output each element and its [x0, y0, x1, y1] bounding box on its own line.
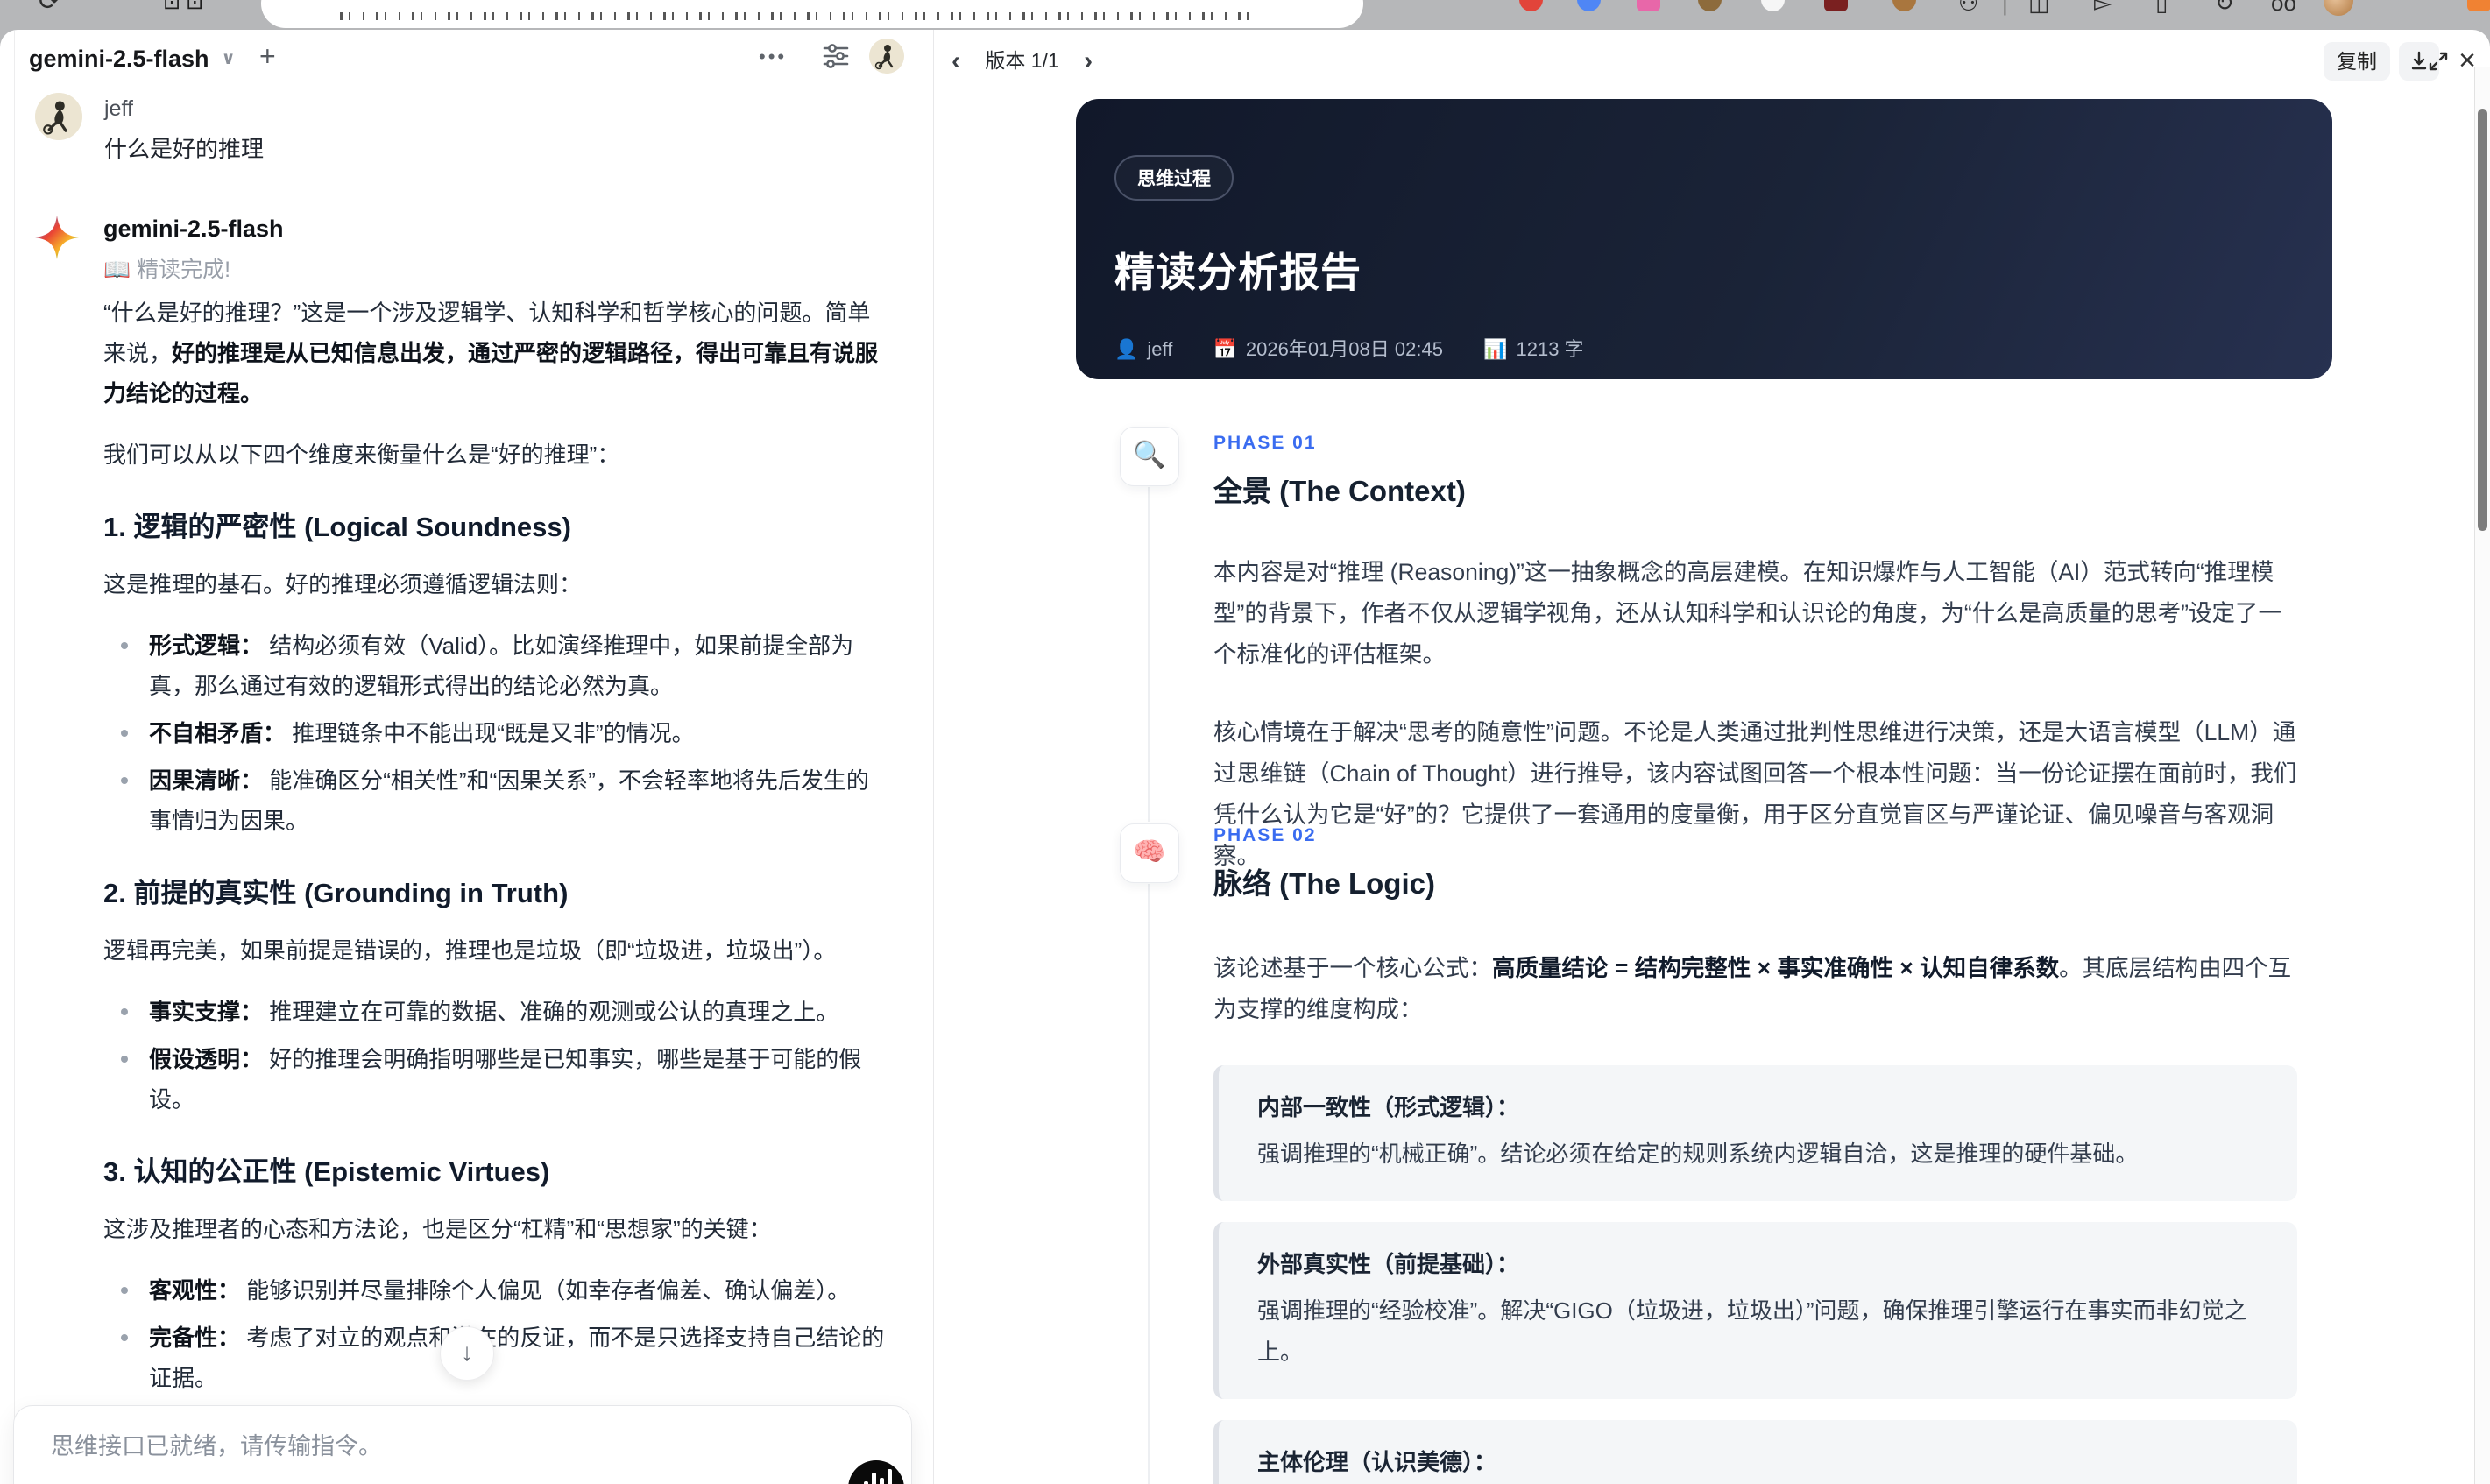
section-lead: 逻辑再完美，如果前提是错误的，推理也是垃圾（即“垃圾进，垃圾出”）。	[103, 937, 837, 964]
extension-icon[interactable]	[1577, 0, 1601, 11]
copy-button[interactable]: 复制	[2324, 42, 2390, 81]
next-version-button[interactable]: ›	[1084, 46, 1093, 75]
browser-toolbar: ⟳ ⊡⊡ ⚇ | ◫ ▻ ▯ ↻ oo	[0, 0, 2490, 30]
report-hero-card: 思维过程 精读分析报告 👤 jeff 📅 2026年01月08日 02:45 📊 12…	[1076, 99, 2332, 379]
version-navigator: ‹ 版本 1/1 ›	[951, 44, 1093, 76]
section-heading: 1. 逻辑的严密性 (Logical Soundness)	[103, 512, 571, 542]
user-message-avatar	[35, 93, 82, 140]
url-text-clipped	[340, 12, 1260, 20]
panel-divider	[933, 30, 934, 1484]
phase1-label: PHASE 01	[1213, 433, 1317, 453]
sidebar-edge	[14, 30, 15, 1484]
report-wordcount: 1213 字	[1516, 338, 1584, 360]
dimension-card: 内部一致性（形式逻辑）： 强调推理的“机械正确”。结论必须在给定的规则系统内逻辑…	[1213, 1065, 2297, 1201]
device-icon[interactable]: ▯	[2155, 0, 2168, 17]
bullet-item: 客观性： 能够识别并尽量排除个人偏见（如幸存者偏差、确认偏差）。	[103, 1270, 886, 1311]
bullet-item: 假设透明： 好的推理会明确指明哪些是已知事实，哪些是基于可能的假设。	[103, 1039, 886, 1120]
section-heading: 3. 认知的公正性 (Epistemic Virtues)	[103, 1156, 550, 1187]
phase2-label: PHASE 02	[1213, 825, 1317, 845]
assistant-name: gemini-2.5-flash	[103, 216, 284, 242]
wordcount-icon: 📊	[1483, 338, 1508, 360]
dimension-card: 主体伦理（认识美德）： 转向推理者的心理特征。引入奥卡姆剃刀和反向论证，旨在克服…	[1213, 1420, 2297, 1484]
user-name: jeff	[104, 96, 133, 121]
bullet-item: 完备性： 考虑了对立的观点和潜在的反证，而不是只选择支持自己结论的证据。	[103, 1318, 886, 1398]
more-options-button[interactable]: •••	[759, 46, 787, 68]
cursor-tool-icon[interactable]: ▻	[2094, 0, 2112, 17]
scroll-to-bottom-button[interactable]: ↓	[440, 1326, 494, 1381]
bullet-item: 形式逻辑： 结构必须有效（Valid）。比如演绎推理中，如果前提全部为真，那么通…	[103, 625, 886, 706]
timeline-line	[1148, 884, 1150, 1484]
puzzle-extensions-icon[interactable]: ⚇	[1958, 0, 1978, 17]
report-date: 2026年01月08日 02:45	[1245, 338, 1443, 360]
report-title: 精读分析报告	[1114, 250, 1362, 295]
sync-icon[interactable]: ↻	[2215, 0, 2234, 17]
timeline-line	[1148, 487, 1150, 822]
phase2-section: PHASE 02 脉络 (The Logic) 该论述基于一个核心公式：高质量结…	[1213, 815, 2297, 1484]
formula-text: 高质量结论 = 结构完整性 × 事实准确性 × 认知自律系数	[1492, 955, 2060, 981]
extension-icon[interactable]	[1761, 0, 1785, 11]
gemini-logo-icon	[35, 216, 79, 259]
phase1-section: PHASE 01 全景 (The Context) 本内容是对“推理 (Reas…	[1213, 422, 2297, 877]
new-chat-button[interactable]: +	[259, 40, 276, 73]
phase2-brain-icon: 🧠	[1120, 823, 1179, 883]
conversation-title[interactable]: gemini-2.5-flash ∨	[29, 46, 236, 73]
phase1-magnifier-icon: 🔍	[1120, 427, 1179, 486]
scrollbar-track[interactable]	[2474, 67, 2490, 1484]
phase2-formula-paragraph: 该论述基于一个核心公式：高质量结论 = 结构完整性 × 事实准确性 × 认知自律…	[1213, 955, 2292, 1022]
section-lead: 这是推理的基石。好的推理必须遵循逻辑法则：	[103, 571, 583, 597]
extension-icon[interactable]	[2467, 0, 2490, 11]
bullet-item: 事实支撑： 推理建立在可靠的数据、准确的观测或公认的真理之上。	[103, 992, 886, 1032]
prev-version-button[interactable]: ‹	[951, 46, 960, 75]
phase2-title: 脉络 (The Logic)	[1213, 867, 1435, 900]
chevron-down-icon[interactable]: ∨	[222, 47, 236, 69]
chat-input[interactable]: 思维接口已就绪，请传输指令。 +	[13, 1405, 912, 1484]
app-window: gemini-2.5-flash ∨ + ••• jeff 什么是好的推理 ge…	[0, 30, 2490, 1484]
report-meta: 👤 jeff 📅 2026年01月08日 02:45 📊 1213 字	[1114, 334, 1619, 362]
report-author: jeff	[1147, 338, 1173, 360]
browser-profile-avatar[interactable]	[2324, 0, 2353, 16]
scrollbar-thumb[interactable]	[2478, 109, 2487, 531]
glasses-icon[interactable]: oo	[2271, 0, 2296, 17]
assistant-status: 📖 精读完成!	[103, 258, 231, 282]
version-label: 版本 1/1	[985, 49, 1059, 72]
chat-input-placeholder: 思维接口已就绪，请传输指令。	[51, 1433, 382, 1459]
bullet-item: 不自相矛盾： 推理链条中不能出现“既是又非”的情况。	[103, 713, 886, 753]
screen: ⟳ ⊡⊡ ⚇ | ◫ ▻ ▯ ↻ oo gemini-2.5-flash ∨ + …	[0, 0, 2490, 1484]
lead-paragraph: 我们可以从以下四个维度来衡量什么是“好的推理”：	[103, 442, 620, 468]
reload-icon[interactable]: ⟳	[39, 0, 60, 17]
calendar-icon: 📅	[1213, 338, 1237, 360]
intro-paragraph: “什么是好的推理？”这是一个涉及逻辑学、认知科学和哲学核心的问题。简单来说，好的…	[103, 300, 879, 406]
address-bar[interactable]	[261, 0, 1363, 28]
bullet-list: 形式逻辑： 结构必须有效（Valid）。比如演绎推理中，如果前提全部为真，那么通…	[103, 625, 886, 841]
extension-icon[interactable]	[1698, 0, 1722, 11]
voice-input-button[interactable]	[848, 1460, 904, 1484]
section-lead: 这涉及推理者的心态和方法论，也是区分“杠精”和“思想家”的关键：	[103, 1216, 772, 1242]
arrow-down-icon: ↓	[461, 1339, 473, 1366]
book-icon: 📖	[103, 258, 131, 282]
toolbar-separator: |	[2002, 0, 2008, 16]
section-heading: 2. 前提的真实性 (Grounding in Truth)	[103, 878, 569, 908]
bullet-list: 事实支撑： 推理建立在可靠的数据、准确的观测或公认的真理之上。 假设透明： 好的…	[103, 992, 886, 1120]
split-view-icon[interactable]: ◫	[2028, 0, 2050, 17]
apps-grid-icon[interactable]: ⊡⊡	[163, 0, 209, 15]
extension-icon[interactable]	[1637, 0, 1660, 11]
user-avatar[interactable]	[869, 39, 904, 74]
extension-icon[interactable]	[1519, 0, 1543, 11]
assistant-message-body: “什么是好的推理？”这是一个涉及逻辑学、认知科学和哲学核心的问题。简单来说，好的…	[103, 293, 886, 1484]
bullet-item: 因果清晰： 能准确区分“相关性”和“因果关系”，不会轻率地将先后发生的事情归为因…	[103, 760, 886, 841]
extension-icon[interactable]	[1892, 0, 1916, 11]
phase1-title: 全景 (The Context)	[1213, 475, 1466, 507]
conversation-title-label: gemini-2.5-flash	[29, 46, 209, 72]
report-badge: 思维过程	[1114, 155, 1234, 201]
phase1-paragraph: 本内容是对“推理 (Reasoning)”这一抽象概念的高层建模。在知识爆炸与人…	[1213, 559, 2281, 668]
settings-sliders-icon[interactable]	[820, 40, 852, 72]
dimension-card: 外部真实性（前提基础）： 强调推理的“经验校准”。解决“GIGO（垃圾进，垃圾出…	[1213, 1222, 2297, 1399]
extension-icon[interactable]	[1824, 0, 1848, 11]
user-message: 什么是好的推理	[104, 136, 265, 162]
author-icon: 👤	[1114, 338, 1139, 360]
